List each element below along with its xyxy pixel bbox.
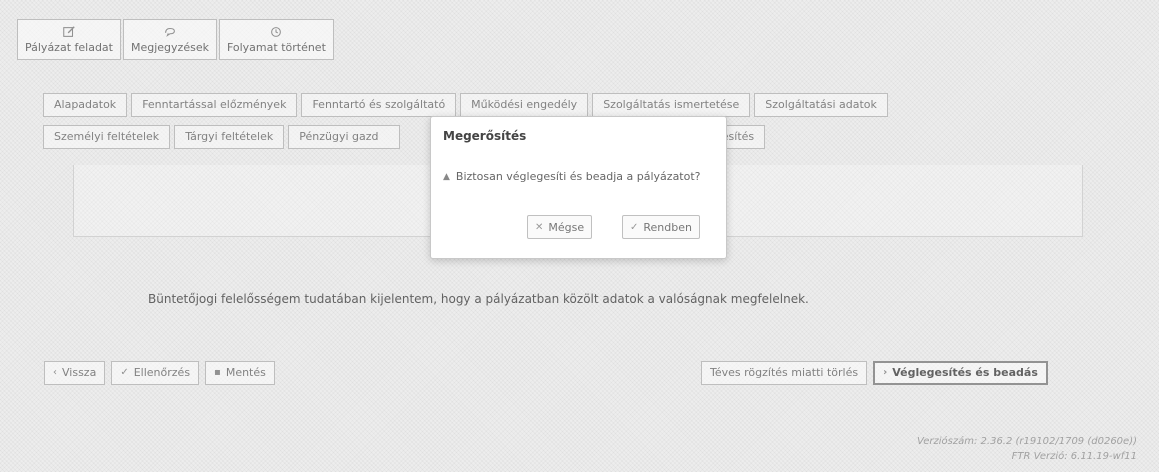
dialog-message: ▲ Biztosan véglegesíti és beadja a pályá… <box>443 170 701 183</box>
confirm-dialog: Megerősítés ▲ Biztosan véglegesíti és be… <box>430 116 727 259</box>
check-icon: ✓ <box>630 221 639 233</box>
dialog-cancel-button[interactable]: ✕ Mégse <box>527 215 593 239</box>
dialog-ok-label: Rendben <box>643 220 692 234</box>
dialog-message-text: Biztosan véglegesíti és beadja a pályáza… <box>455 170 701 183</box>
dialog-cancel-label: Mégse <box>548 220 585 234</box>
close-icon: ✕ <box>535 221 544 233</box>
warning-icon: ▲ <box>443 171 450 182</box>
dialog-title: Megerősítés <box>443 129 527 143</box>
dialog-ok-button[interactable]: ✓ Rendben <box>622 215 700 239</box>
